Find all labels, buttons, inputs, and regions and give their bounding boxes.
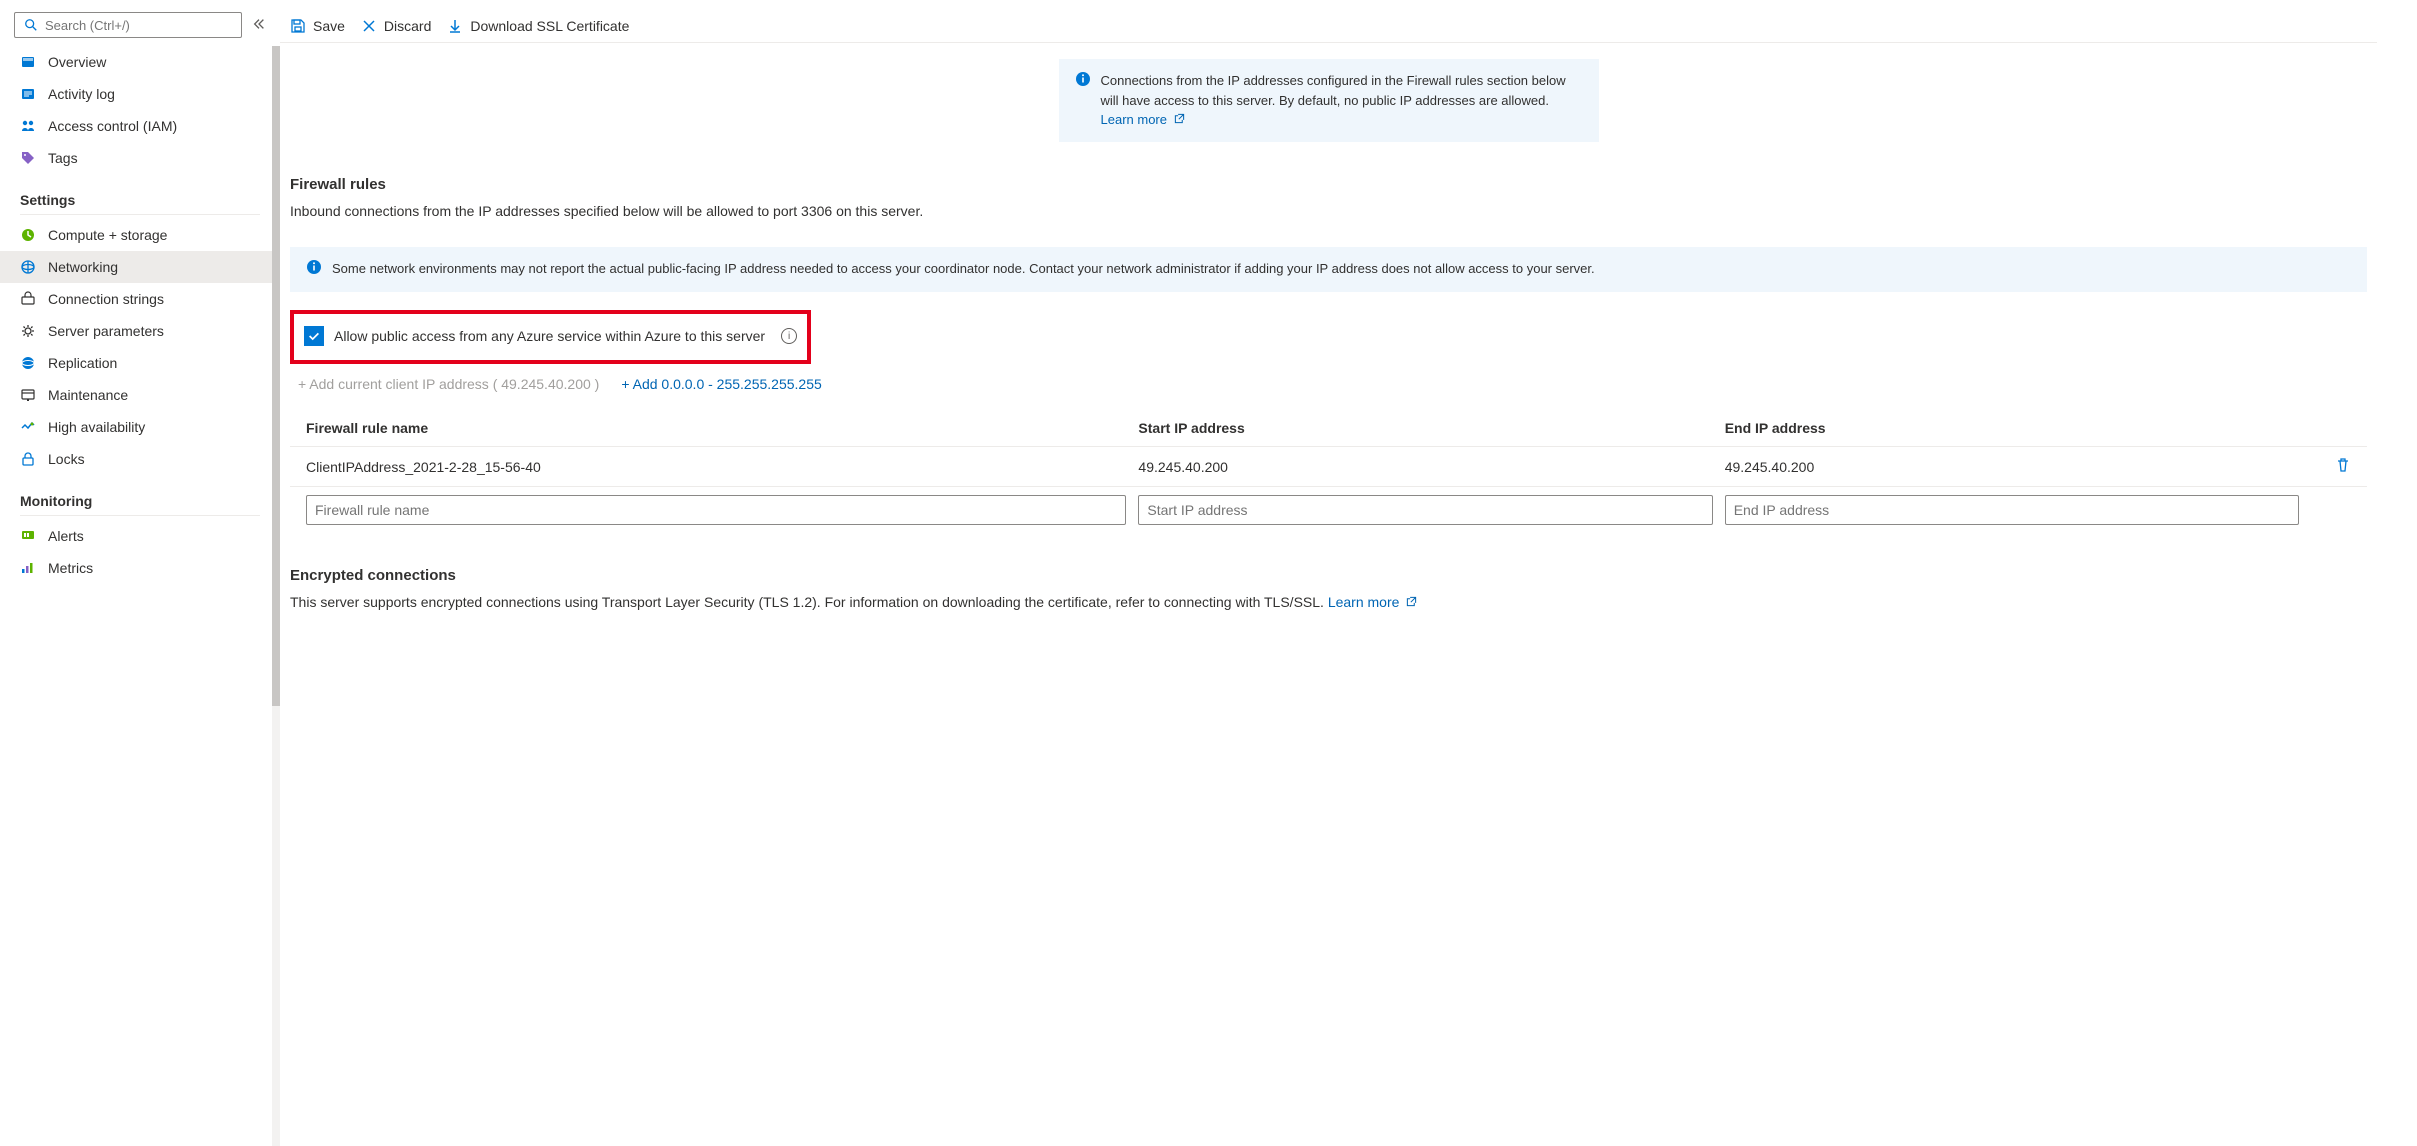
sidebar-item-label: High availability	[48, 419, 145, 435]
sidebar-item-label: Locks	[48, 451, 85, 467]
cell-start: 49.245.40.200	[1138, 459, 1712, 475]
info-icon	[306, 259, 322, 281]
compute-icon	[20, 227, 36, 243]
sidebar-item-networking[interactable]: Networking	[0, 251, 280, 283]
sidebar-item-locks[interactable]: Locks	[0, 443, 280, 475]
discard-button[interactable]: Discard	[361, 18, 431, 34]
sidebar-item-alerts[interactable]: Alerts	[0, 520, 280, 552]
sidebar-item-label: Maintenance	[48, 387, 128, 403]
sidebar-item-label: Networking	[48, 259, 118, 275]
locks-icon	[20, 451, 36, 467]
save-icon	[290, 18, 306, 34]
collapse-sidebar-icon[interactable]	[252, 17, 266, 34]
firewall-heading: Firewall rules	[290, 176, 2367, 193]
new-rule-name-input[interactable]	[306, 495, 1126, 525]
sidebar: Overview Activity log Access control (IAM)…	[0, 0, 280, 1146]
sidebar-item-label: Activity log	[48, 86, 115, 102]
table-row: ClientIPAddress_2021-2-28_15-56-40 49.245…	[290, 447, 2367, 487]
sidebar-item-high-availability[interactable]: High availability	[0, 411, 280, 443]
connstr-icon	[20, 291, 36, 307]
save-button[interactable]: Save	[290, 18, 345, 34]
metrics-icon	[20, 560, 36, 576]
sidebar-item-replication[interactable]: Replication	[0, 347, 280, 379]
add-client-ip-button[interactable]: + Add current client IP address ( 49.245…	[298, 376, 599, 392]
iam-icon	[20, 118, 36, 134]
main-content: Save Discard Download SSL Certificate	[280, 0, 2417, 1146]
maintenance-icon	[20, 387, 36, 403]
ha-icon	[20, 419, 36, 435]
learn-more-ssl-link[interactable]: Learn more	[1328, 594, 1417, 610]
toolbar: Save Discard Download SSL Certificate	[280, 0, 2377, 43]
cell-name: ClientIPAddress_2021-2-28_15-56-40	[306, 459, 1126, 475]
download-icon	[447, 18, 463, 34]
col-end: End IP address	[1725, 420, 2299, 436]
save-label: Save	[313, 18, 345, 34]
activity-icon	[20, 86, 36, 102]
col-name: Firewall rule name	[306, 420, 1126, 436]
sidebar-item-label: Alerts	[48, 528, 84, 544]
sidebar-item-tags[interactable]: Tags	[0, 142, 280, 174]
allow-azure-checkbox[interactable]	[304, 326, 324, 346]
sidebar-item-compute-storage[interactable]: Compute + storage	[0, 219, 280, 251]
sidebar-item-label: Overview	[48, 54, 106, 70]
discard-label: Discard	[384, 18, 431, 34]
sidebar-item-activity-log[interactable]: Activity log	[0, 78, 280, 110]
sidebar-item-label: Metrics	[48, 560, 93, 576]
new-rule-start-input[interactable]	[1138, 495, 1712, 525]
sidebar-item-label: Compute + storage	[48, 227, 167, 243]
firewall-sub: Inbound connections from the IP addresse…	[290, 203, 2367, 219]
discard-icon	[361, 18, 377, 34]
sidebar-item-server-parameters[interactable]: Server parameters	[0, 315, 280, 347]
info-firewall-default: Connections from the IP addresses config…	[1059, 59, 1599, 142]
info-text: Connections from the IP addresses config…	[1101, 73, 1566, 108]
new-rule-end-input[interactable]	[1725, 495, 2299, 525]
alerts-icon	[20, 528, 36, 544]
external-link-icon	[1402, 594, 1417, 610]
external-link-icon	[1170, 112, 1185, 127]
sidebar-item-label: Server parameters	[48, 323, 164, 339]
add-any-ip-button[interactable]: + Add 0.0.0.0 - 255.255.255.255	[621, 376, 821, 392]
sidebar-item-label: Connection strings	[48, 291, 164, 307]
download-label: Download SSL Certificate	[470, 18, 629, 34]
sidebar-item-overview[interactable]: Overview	[0, 46, 280, 78]
firewall-table: Firewall rule name Start IP address End …	[290, 410, 2367, 533]
sidebar-item-maintenance[interactable]: Maintenance	[0, 379, 280, 411]
sidebar-item-label: Replication	[48, 355, 117, 371]
allow-azure-label: Allow public access from any Azure servi…	[334, 328, 765, 344]
cell-end: 49.245.40.200	[1725, 459, 2299, 475]
encrypted-text: This server supports encrypted connectio…	[290, 594, 2367, 610]
encrypted-heading: Encrypted connections	[290, 567, 2367, 584]
delete-rule-button[interactable]	[2335, 457, 2351, 476]
sidebar-item-label: Tags	[48, 150, 78, 166]
sidebar-item-metrics[interactable]: Metrics	[0, 552, 280, 584]
scrollbar-thumb[interactable]	[272, 46, 280, 706]
sidebar-item-label: Access control (IAM)	[48, 118, 177, 134]
info-text: Some network environments may not report…	[332, 259, 1595, 281]
search-input[interactable]	[45, 18, 233, 33]
sidebar-item-access-control-iam-[interactable]: Access control (IAM)	[0, 110, 280, 142]
learn-more-link[interactable]: Learn more	[1101, 112, 1185, 127]
nav-section-heading: Settings	[0, 174, 280, 214]
replication-icon	[20, 355, 36, 371]
search-box[interactable]	[14, 12, 242, 38]
sidebar-nav[interactable]: Overview Activity log Access control (IAM)…	[0, 46, 280, 1146]
download-cert-button[interactable]: Download SSL Certificate	[447, 18, 629, 34]
help-icon[interactable]: i	[781, 328, 797, 344]
search-icon	[23, 17, 39, 33]
new-rule-row	[290, 487, 2367, 533]
table-header: Firewall rule name Start IP address End …	[290, 410, 2367, 447]
col-start: Start IP address	[1138, 420, 1712, 436]
nav-section-heading: Monitoring	[0, 475, 280, 515]
allow-azure-access-row: Allow public access from any Azure servi…	[290, 310, 811, 364]
tags-icon	[20, 150, 36, 166]
overview-icon	[20, 54, 36, 70]
sidebar-item-connection-strings[interactable]: Connection strings	[0, 283, 280, 315]
networking-icon	[20, 259, 36, 275]
trash-icon	[2335, 457, 2351, 473]
info-icon	[1075, 71, 1091, 130]
info-network-env: Some network environments may not report…	[290, 247, 2367, 293]
params-icon	[20, 323, 36, 339]
